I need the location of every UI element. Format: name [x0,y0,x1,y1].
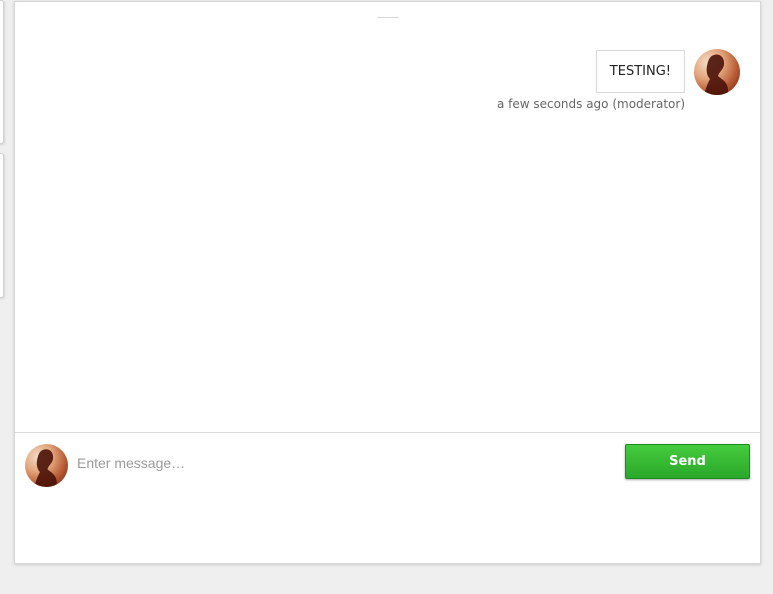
message-timestamp: a few seconds ago (moderator) [496,97,685,111]
message-input[interactable] [77,448,597,478]
user-avatar-icon [694,49,740,95]
message-composer: Send [15,434,760,563]
left-side-panel [0,153,4,298]
left-side-panel [0,0,4,144]
message-bubble: TESTING! [595,50,685,93]
user-avatar-icon [25,444,68,487]
loading-indicator [377,17,399,18]
message-list[interactable]: TESTING! a few seconds ago (moderator) [15,2,760,433]
send-button[interactable]: Send [625,444,750,479]
chat-panel: TESTING! a few seconds ago (moderator) S… [14,1,761,564]
